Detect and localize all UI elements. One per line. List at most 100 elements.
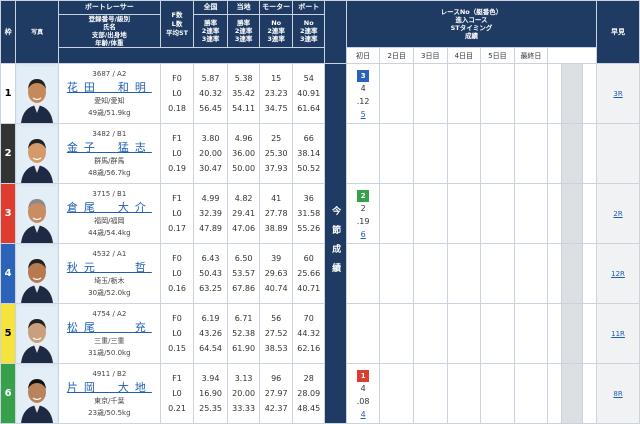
rate-label: 3連率 bbox=[201, 35, 220, 43]
boat-cell: 60 25.66 40.71 bbox=[291, 243, 326, 304]
racer-sub-label: 氏名 bbox=[102, 23, 116, 31]
race-st: .19 bbox=[356, 216, 370, 226]
motor-cell: 39 29.63 40.74 bbox=[259, 243, 293, 304]
racer-portrait-icon bbox=[17, 246, 58, 303]
l-count: L0 bbox=[172, 89, 182, 98]
boat-2ren: 28.09 bbox=[297, 389, 321, 398]
race-result-day2 bbox=[379, 183, 414, 244]
racer-info: 3715 / B1 倉尾 大介 福岡/福岡 44歳/54.4kg bbox=[57, 183, 161, 244]
race-result-day4 bbox=[446, 243, 482, 304]
header-race-no: レースNo（艇番色） bbox=[440, 8, 503, 16]
racer-branch: 福岡/福岡 bbox=[94, 217, 125, 225]
day-6: 最終日 bbox=[513, 47, 549, 64]
waku-number: 4 bbox=[0, 243, 17, 304]
f-l-st-cell: F0 L0 0.16 bbox=[159, 243, 195, 304]
racer-name-link[interactable]: 花田 和明 bbox=[59, 80, 159, 95]
f-count: F0 bbox=[172, 254, 182, 263]
header-boat: ボート bbox=[291, 0, 326, 15]
race-result-day5 bbox=[480, 243, 515, 304]
touchi-3ren: 67.86 bbox=[232, 284, 256, 293]
racer-row: 4 4532 / A1 秋元 哲 埼玉/栃木 30歳/52.0kg F0 L0 0.… bbox=[0, 243, 640, 304]
race-result-day3 bbox=[412, 183, 448, 244]
avg-st: 0.21 bbox=[168, 404, 186, 413]
zenkoku-2ren: 20.00 bbox=[199, 149, 223, 158]
race-result-day6 bbox=[513, 123, 549, 184]
spacer-cell bbox=[581, 183, 598, 244]
hayami-link[interactable]: 2R bbox=[613, 210, 622, 218]
header-touchi: 当地 bbox=[226, 0, 261, 15]
race-result-day5 bbox=[480, 303, 515, 364]
racer-row: 3 3715 / B1 倉尾 大介 福岡/福岡 44歳/54.4kg F1 L0 0… bbox=[0, 183, 640, 244]
touchi-2ren: 20.00 bbox=[232, 389, 256, 398]
racer-branch: 三重/三重 bbox=[94, 337, 125, 345]
boat-2ren: 25.66 bbox=[297, 269, 321, 278]
zenkoku-3ren: 63.25 bbox=[199, 284, 223, 293]
touchi-3ren: 47.06 bbox=[232, 224, 256, 233]
motor-2ren: 27.78 bbox=[264, 209, 288, 218]
header-race-st: STタイミング bbox=[450, 24, 493, 32]
hayami-link[interactable]: 8R bbox=[613, 390, 622, 398]
race-result-day2 bbox=[379, 123, 414, 184]
touchi-2ren: 29.41 bbox=[232, 209, 256, 218]
race-result-day5 bbox=[480, 63, 515, 124]
racer-photo-cell bbox=[15, 183, 59, 244]
header-motor: モーター bbox=[259, 0, 293, 15]
boat-no: 70 bbox=[303, 314, 314, 323]
motor-no: 56 bbox=[271, 314, 282, 323]
header-waku: 枠 bbox=[0, 0, 17, 64]
racer-branch: 埼玉/栃木 bbox=[94, 277, 125, 285]
racer-portrait-icon bbox=[17, 306, 58, 363]
racer-sub-label: 年齢/体重 bbox=[95, 39, 124, 47]
race-rank[interactable]: 4 bbox=[347, 408, 379, 421]
avg-st: 0.18 bbox=[168, 104, 186, 113]
touchi-cell: 5.38 35.42 54.11 bbox=[226, 63, 261, 124]
racer-photo bbox=[17, 365, 58, 423]
header-f-label: F数 bbox=[171, 10, 183, 19]
touchi-win-rate: 4.82 bbox=[234, 194, 253, 203]
racer-name-link[interactable]: 秋元 哲 bbox=[59, 260, 159, 275]
motor-2ren: 25.30 bbox=[264, 149, 288, 158]
hayami-cell bbox=[596, 123, 640, 184]
zenkoku-2ren: 16.90 bbox=[199, 389, 223, 398]
spacer-cell bbox=[547, 183, 563, 244]
race-result-day5 bbox=[480, 183, 515, 244]
racer-name-link[interactable]: 松尾 充 bbox=[59, 320, 159, 335]
waku-number: 1 bbox=[0, 63, 17, 124]
race-course: 4 bbox=[360, 83, 366, 93]
hayami-link[interactable]: 11R bbox=[611, 330, 625, 338]
racer-row: 2 3482 / B1 金子 猛志 群馬/群馬 48歳/56.7kg F1 L0 0… bbox=[0, 123, 640, 184]
day-3: 3日目 bbox=[412, 47, 448, 64]
zenkoku-win-rate: 6.19 bbox=[201, 314, 220, 323]
racer-id-class: 3687 / A2 bbox=[92, 70, 127, 78]
motor-no: 41 bbox=[271, 194, 282, 203]
racer-photo-cell bbox=[15, 63, 59, 124]
rate-label: 勝率 bbox=[204, 19, 218, 27]
racer-info: 3482 / B1 金子 猛志 群馬/群馬 48歳/56.7kg bbox=[57, 123, 161, 184]
f-l-st-cell: F1 L0 0.19 bbox=[159, 123, 195, 184]
motor-3ren: 38.53 bbox=[264, 344, 288, 353]
spacer-cell bbox=[547, 363, 563, 424]
rate-label: 2連率 bbox=[299, 27, 318, 35]
zenkoku-cell: 3.80 20.00 30.47 bbox=[193, 123, 228, 184]
racer-portrait-icon bbox=[17, 186, 58, 243]
hayami-link[interactable]: 12R bbox=[611, 270, 625, 278]
boat-cell: 36 31.58 55.26 bbox=[291, 183, 326, 244]
racer-name-link[interactable]: 片岡 大地 bbox=[59, 380, 159, 395]
gray-spacer-cell bbox=[561, 63, 583, 124]
racer-age-weight: 23歳/50.5kg bbox=[88, 409, 131, 417]
racer-name-link[interactable]: 金子 猛志 bbox=[59, 140, 159, 155]
spacer-cell bbox=[581, 303, 598, 364]
racer-portrait-icon bbox=[17, 366, 58, 423]
race-result-day3 bbox=[412, 363, 448, 424]
zenkoku-3ren: 47.89 bbox=[199, 224, 223, 233]
hayami-link[interactable]: 3R bbox=[613, 90, 622, 98]
rate-label: 3連率 bbox=[267, 35, 285, 43]
gray-spacer-cell bbox=[561, 303, 583, 364]
race-rank[interactable]: 5 bbox=[347, 108, 379, 121]
racer-name-link[interactable]: 倉尾 大介 bbox=[59, 200, 159, 215]
touchi-cell: 4.82 29.41 47.06 bbox=[226, 183, 261, 244]
touchi-3ren: 54.11 bbox=[232, 104, 256, 113]
race-result-day1 bbox=[345, 303, 381, 364]
racer-age-weight: 31歳/50.0kg bbox=[88, 349, 131, 357]
race-rank[interactable]: 6 bbox=[347, 228, 379, 241]
